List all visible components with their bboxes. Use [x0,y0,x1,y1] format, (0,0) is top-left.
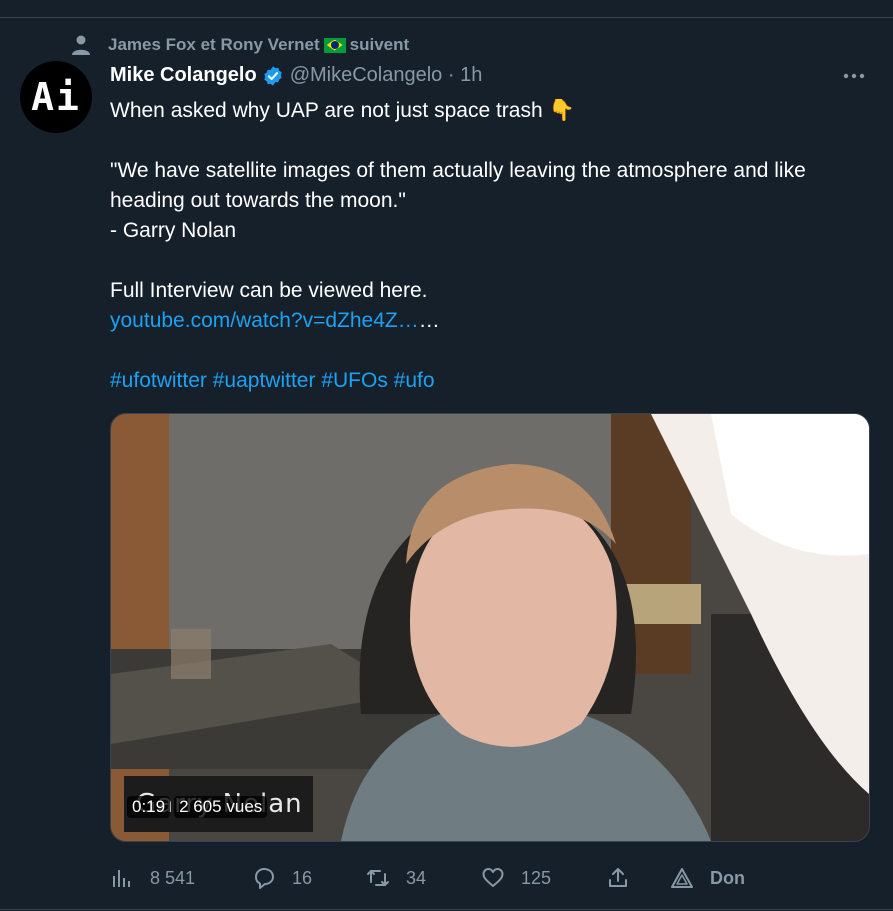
heart-icon [482,868,504,887]
user-handle[interactable]: @MikeColangelo [290,64,443,87]
video-meta: 0:19 2 605 vues [127,794,268,820]
donate-label: Don [710,867,745,888]
like-action[interactable]: 125 [481,860,551,896]
person-icon [72,35,90,55]
reply-action[interactable]: 16 [252,860,312,896]
bottom-divider [0,909,893,910]
avatar-text: Ai [31,75,81,119]
reply-icon [255,868,274,889]
video-duration: 0:19 [127,796,171,818]
more-options-icon[interactable] [840,66,868,86]
retweet-icon [367,870,389,886]
tweet-text: When asked why UAP are not just space tr… [110,96,870,396]
tip-icon [671,868,693,888]
donate-action[interactable]: Don [670,860,745,896]
hashtag-ufos[interactable]: #UFOs [321,369,388,392]
tweet-quote: "We have satellite images of them actual… [110,159,806,212]
hashtag-ufo[interactable]: #ufo [394,369,435,392]
tweet-line-intro: When asked why UAP are not just space tr… [110,99,575,122]
hashtag-uaptwitter[interactable]: #uaptwitter [213,369,316,392]
separator: · [442,64,461,86]
retweet-count: 34 [406,867,427,888]
action-bar: 8 541 16 34 125 Don [110,860,870,896]
share-action[interactable] [606,860,646,896]
share-icon [609,868,627,887]
verified-badge-icon [263,65,282,86]
top-divider [0,17,893,18]
social-context[interactable]: James Fox et Rony Vernet suivent [68,33,409,57]
video-player[interactable]: Garry Nolan 0:19 2 605 vues [110,413,870,842]
like-count: 125 [521,867,552,888]
hashtag-ufotwitter[interactable]: #ufotwitter [110,369,207,392]
brazil-flag-icon [323,37,346,53]
avatar[interactable]: Ai [20,61,92,133]
tweet-cta: Full Interview can be viewed here. [110,279,428,302]
youtube-link[interactable]: youtube.com/watch?v=dZhe4Z… [110,309,419,332]
tweet-attribution: - Garry Nolan [110,219,237,242]
reply-count: 16 [292,867,313,888]
video-view-count: 2 605 vues [174,796,268,818]
tweet-header: Mike Colangelo @MikeColangelo · 1h [110,64,482,87]
tweet-link-line: youtube.com/watch?v=dZhe4Z…… [110,306,870,336]
analytics-icon [113,870,130,887]
views-action[interactable]: 8 541 [110,860,195,896]
views-count: 8 541 [150,867,196,888]
link-suffix: … [418,309,440,332]
social-context-names: James Fox et Rony Vernet [108,35,320,54]
timestamp[interactable]: 1h [460,64,482,87]
retweet-action[interactable]: 34 [366,860,426,896]
social-context-suffix: suivent [349,35,410,54]
display-name[interactable]: Mike Colangelo [110,64,257,87]
hashtags: #ufotwitter #uaptwitter #UFOs #ufo [110,366,870,396]
